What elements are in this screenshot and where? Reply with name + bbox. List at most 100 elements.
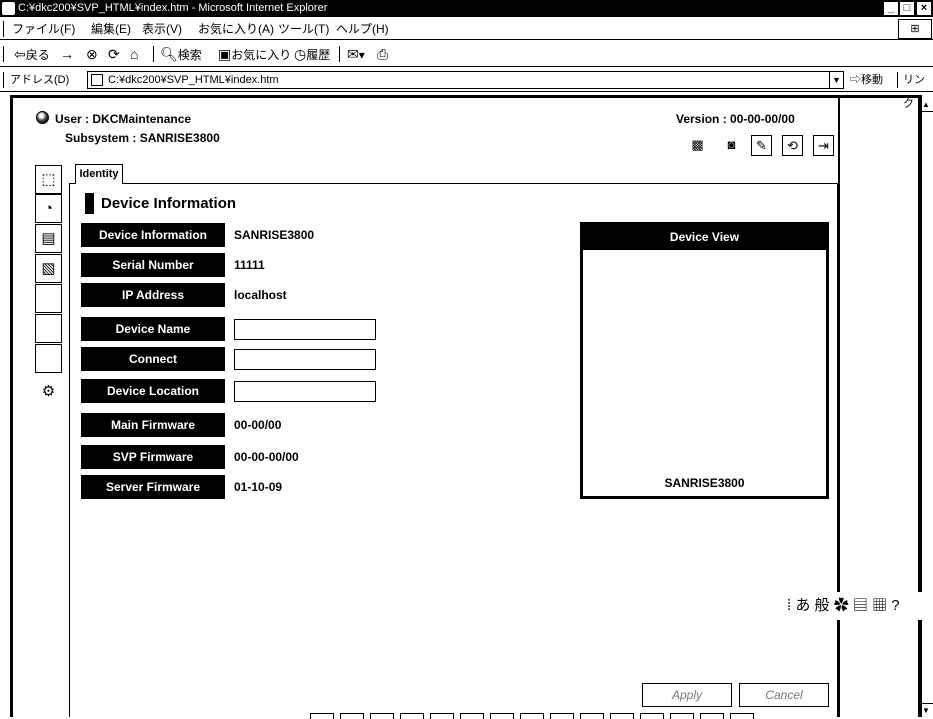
menu-bar: ファイル(F) 編集(E) 表示(V) お気に入り(A) ツール(T) ヘルプ(… <box>0 18 933 40</box>
search-button[interactable]: 🔍︎検索 <box>160 41 202 68</box>
main-firmware-value: 00-00/00 <box>234 418 282 432</box>
search-label: 検索 <box>177 48 202 62</box>
mail-icon: ✉ <box>347 46 359 62</box>
version-line: Version : 00-00-00/00 <box>676 112 795 126</box>
menu-view[interactable]: 表示(V) <box>142 18 182 40</box>
close-button[interactable]: × <box>917 2 931 15</box>
mail-button[interactable]: ✉▾ <box>347 41 365 68</box>
section-marker <box>85 193 94 214</box>
ime-help-icon[interactable]: ? <box>891 597 899 614</box>
go-button[interactable]: ⇨移動 <box>850 68 883 92</box>
status-indicator-icon <box>36 111 49 124</box>
window-title-bar: C:¥dkc200¥SVP_HTML¥index.htm - Microsoft… <box>0 0 933 17</box>
nav-blank-button[interactable] <box>35 284 62 313</box>
page-icon <box>91 74 103 86</box>
window-title: C:¥dkc200¥SVP_HTML¥index.htm - Microsoft… <box>18 2 328 14</box>
home-button[interactable]: ⌂ <box>130 41 138 68</box>
nav-settings-icon[interactable]: ⚙ <box>35 378 62 407</box>
connect-label: Connect <box>81 347 225 371</box>
ime-grip: ⁞ <box>787 597 792 614</box>
serial-number-label: Serial Number <box>81 253 225 277</box>
edit-pen-icon[interactable]: ✎ <box>751 135 772 156</box>
toolbar-grip <box>3 46 5 62</box>
menu-edit[interactable]: 編集(E) <box>91 18 131 40</box>
nav-drive-icon[interactable]: ▧ <box>35 254 62 283</box>
serial-number-value: 11111 <box>234 258 265 272</box>
refresh-icon: ⟳ <box>108 46 120 62</box>
status-cell <box>730 713 754 719</box>
forward-button[interactable]: → <box>60 41 74 68</box>
ip-address-value: localhost <box>234 288 287 302</box>
favorites-icon: ▣ <box>218 46 232 62</box>
address-input[interactable]: C:¥dkc200¥SVP_HTML¥index.htm ▼ <box>87 71 844 89</box>
menu-favorites[interactable]: お気に入り(A) <box>198 18 274 40</box>
nav-blank-button[interactable] <box>35 314 62 343</box>
ime-mode-text[interactable]: あ 般 <box>795 597 829 614</box>
ime-toolbar[interactable]: ⁞ あ 般 ✿ ▤ ▦ ? <box>787 592 933 620</box>
scroll-up-icon[interactable]: ▲ <box>919 98 933 112</box>
status-cell <box>610 713 634 719</box>
cancel-button[interactable]: Cancel <box>739 683 829 707</box>
frame-divider <box>838 98 840 717</box>
minimize-button[interactable]: _ <box>884 2 898 15</box>
user-line: User : DKCMaintenance <box>55 112 191 126</box>
device-view-name: SANRISE3800 <box>664 476 745 490</box>
device-location-input[interactable] <box>234 381 376 402</box>
stop-button[interactable]: ⊗ <box>86 41 98 68</box>
apply-button[interactable]: Apply <box>642 683 732 707</box>
storage-icon[interactable]: ◙ <box>721 135 742 156</box>
nav-blank-button[interactable] <box>35 344 62 373</box>
server-firmware-label: Server Firmware <box>81 475 225 499</box>
main-firmware-label: Main Firmware <box>81 413 225 437</box>
scroll-down-icon[interactable]: ▼ <box>919 703 933 717</box>
menu-grip <box>3 21 5 37</box>
disk-array-icon[interactable]: ▩ <box>687 135 708 156</box>
status-cell <box>400 713 424 719</box>
home-icon: ⌂ <box>130 46 139 62</box>
status-cell <box>430 713 454 719</box>
status-cell <box>520 713 544 719</box>
exit-icon[interactable]: ⇥ <box>813 135 834 156</box>
device-name-input[interactable] <box>234 319 376 340</box>
print-icon: ⎙ <box>377 46 389 62</box>
version-prefix: Version : <box>676 112 731 126</box>
back-label: 戻る <box>25 48 50 62</box>
refresh-button[interactable]: ⟳ <box>108 41 120 68</box>
status-cell <box>460 713 484 719</box>
chevron-down-icon[interactable]: ▼ <box>829 72 843 88</box>
ime-pad-icon[interactable]: ▤ <box>853 597 868 614</box>
nav-storage-icon[interactable]: ▤ <box>35 224 62 253</box>
forward-arrow-icon: → <box>60 46 74 62</box>
ime-dictionary-icon[interactable]: ▦ <box>872 597 887 614</box>
status-cell <box>490 713 514 719</box>
nav-connection-icon[interactable]: ⬚ <box>35 165 62 194</box>
section-title: Device Information <box>101 195 237 212</box>
print-button[interactable]: ⎙ <box>377 41 388 68</box>
menu-file[interactable]: ファイル(F) <box>12 18 75 40</box>
device-location-label: Device Location <box>81 379 225 403</box>
status-cell <box>700 713 724 719</box>
status-cell <box>550 713 574 719</box>
nav-clock-icon[interactable]: ◔ <box>35 194 62 223</box>
ime-tool-icon[interactable]: ✿ <box>834 597 849 614</box>
status-cell <box>370 713 394 719</box>
favorites-button[interactable]: ▣お気に入り <box>218 41 291 68</box>
history-button[interactable]: ◷履歴 <box>294 41 330 68</box>
ie-app-icon <box>2 2 15 15</box>
vertical-scrollbar[interactable]: ▲ ▼ <box>918 98 933 717</box>
maximize-button[interactable]: □ <box>900 2 914 15</box>
server-firmware-value: 01-10-09 <box>234 480 283 494</box>
status-cell <box>310 713 334 719</box>
menu-tools[interactable]: ツール(T) <box>278 18 329 40</box>
device-view-panel: Device View SANRISE3800 <box>580 222 829 499</box>
back-button[interactable]: ⇦戻る <box>14 41 50 68</box>
connect-input[interactable] <box>234 349 376 370</box>
address-grip <box>3 72 5 88</box>
search-icon: 🔍︎ <box>160 46 178 62</box>
tab-identity[interactable]: Identity <box>75 164 123 184</box>
svp-firmware-value: 00-00-00/00 <box>234 450 299 464</box>
refresh-window-icon[interactable]: ⟲ <box>782 135 803 156</box>
menu-help[interactable]: ヘルプ(H) <box>336 18 389 40</box>
status-cell <box>340 713 364 719</box>
toolbar-separator <box>339 46 340 62</box>
